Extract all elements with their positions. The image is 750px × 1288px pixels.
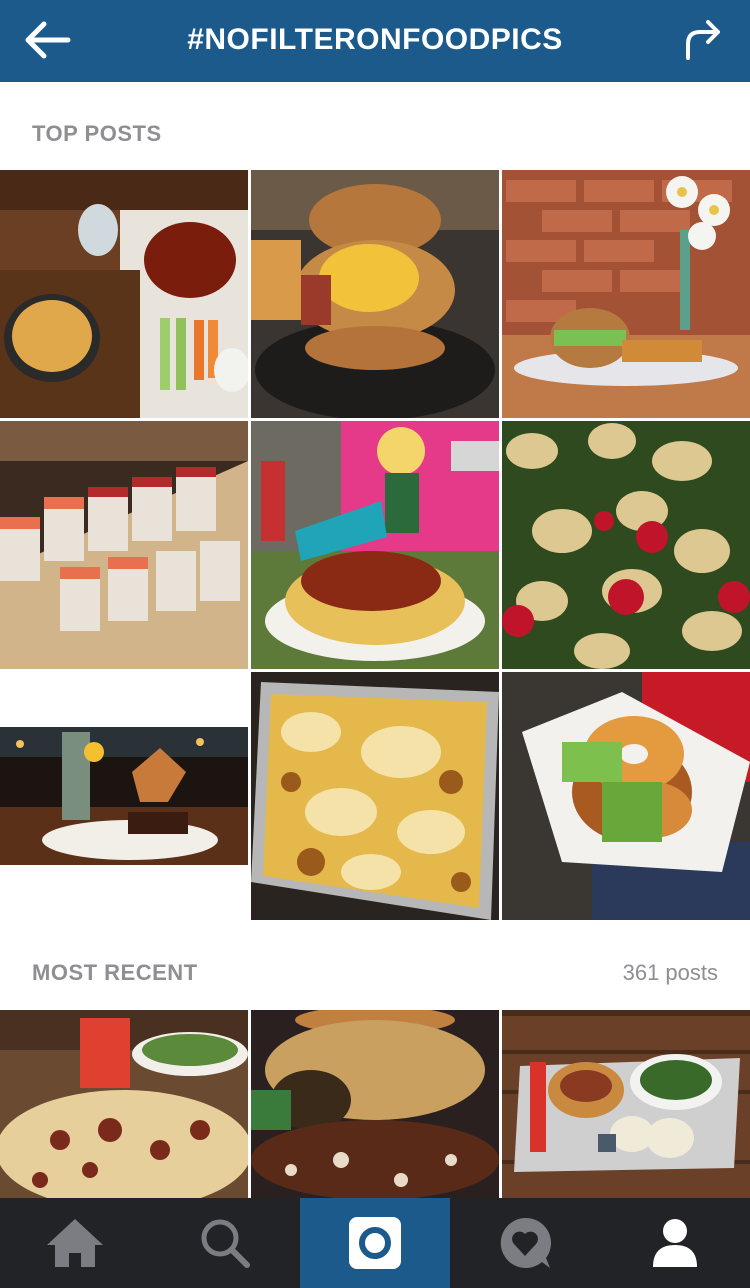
- food-photo: [502, 421, 750, 669]
- recent-post-thumbnail[interactable]: [502, 1010, 750, 1198]
- food-photo: [502, 672, 750, 920]
- top-post-thumbnail[interactable]: [502, 421, 750, 669]
- tab-home[interactable]: [0, 1198, 150, 1288]
- food-photo: [0, 421, 248, 669]
- profile-icon: [653, 1219, 697, 1267]
- food-photo: [502, 1010, 750, 1198]
- food-photo: [0, 170, 248, 418]
- tab-search[interactable]: [150, 1198, 300, 1288]
- recent-post-thumbnail[interactable]: [0, 1010, 248, 1198]
- food-photo: [0, 672, 248, 920]
- food-photo: [502, 170, 750, 418]
- top-post-thumbnail[interactable]: [502, 170, 750, 418]
- top-post-thumbnail[interactable]: [0, 672, 248, 920]
- food-photo: [251, 1010, 499, 1198]
- top-post-thumbnail[interactable]: [502, 672, 750, 920]
- recent-post-thumbnail[interactable]: [251, 1010, 499, 1198]
- top-post-thumbnail[interactable]: [251, 170, 499, 418]
- page-title: #NOFILTERONFOODPICS: [187, 23, 563, 56]
- food-photo: [251, 672, 499, 920]
- most-recent-label: MOST RECENT: [32, 960, 198, 985]
- top-post-thumbnail[interactable]: [0, 170, 248, 418]
- post-count: 361 posts: [622, 960, 718, 985]
- search-icon: [201, 1219, 250, 1268]
- activity-heart-icon: [500, 1217, 552, 1268]
- tab-camera[interactable]: [300, 1198, 450, 1288]
- top-post-thumbnail[interactable]: [0, 421, 248, 669]
- food-photo: [0, 1010, 248, 1198]
- home-icon: [47, 1219, 103, 1267]
- top-post-thumbnail[interactable]: [251, 672, 499, 920]
- tab-activity[interactable]: [450, 1198, 600, 1288]
- top-posts-label: TOP POSTS: [32, 121, 162, 146]
- tab-profile[interactable]: [600, 1198, 750, 1288]
- share-button[interactable]: [682, 16, 724, 62]
- bottom-tab-bar: [0, 1198, 750, 1288]
- share-arrow-icon: [686, 20, 720, 60]
- food-photo: [251, 421, 499, 669]
- header-bar: #NOFILTERONFOODPICS: [0, 0, 750, 82]
- camera-icon: [349, 1217, 401, 1269]
- food-photo: [251, 170, 499, 418]
- top-post-thumbnail[interactable]: [251, 421, 499, 669]
